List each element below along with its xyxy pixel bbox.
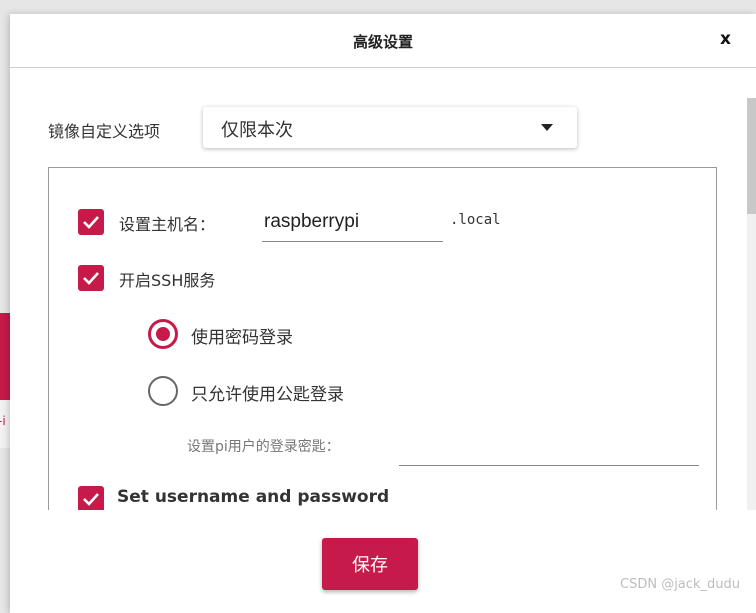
password-field-label: 设置pi用户的登录密匙： — [187, 439, 340, 455]
checkmark-icon — [83, 272, 99, 285]
hostname-label: 设置主机名： — [119, 215, 216, 234]
image-customization-select[interactable]: 仅限本次 — [203, 107, 577, 148]
background-partial-text: -i — [0, 414, 6, 428]
watermark: CSDN @jack_dudu — [620, 577, 740, 592]
password-input[interactable] — [399, 420, 699, 466]
ssh-label: 开启SSH服务 — [119, 271, 216, 290]
advanced-settings-dialog: 高级设置 x 镜像自定义选项 仅限本次 设置主机名： .local 开启SSH服… — [10, 14, 756, 613]
password-login-label: 使用密码登录 — [191, 328, 293, 348]
dropdown-arrow-icon — [541, 124, 553, 131]
checkmark-icon — [83, 493, 99, 506]
image-customization-label: 镜像自定义选项 — [48, 122, 161, 141]
scrollbar-thumb[interactable] — [747, 98, 756, 214]
scrollbar[interactable] — [747, 98, 756, 510]
settings-panel: 设置主机名： .local 开启SSH服务 使用密码登录 只允许使用公匙登录 设… — [48, 167, 717, 527]
user-label: Set username and password — [117, 487, 390, 507]
radio-password-login[interactable] — [148, 319, 178, 349]
hostname-suffix: .local — [450, 212, 501, 228]
dialog-titlebar: 高级设置 x — [10, 14, 756, 68]
save-button[interactable]: 保存 — [322, 538, 418, 590]
user-checkbox[interactable] — [78, 486, 104, 512]
ssh-checkbox[interactable] — [78, 265, 104, 291]
close-button[interactable]: x — [720, 29, 731, 49]
hostname-checkbox[interactable] — [78, 209, 104, 235]
pubkey-login-label: 只允许使用公匙登录 — [191, 385, 344, 405]
dialog-title: 高级设置 — [352, 33, 413, 51]
checkmark-icon — [83, 216, 99, 229]
image-customization-value: 仅限本次 — [221, 120, 293, 141]
radio-pubkey-login[interactable] — [148, 376, 178, 406]
hostname-input[interactable] — [262, 202, 443, 242]
